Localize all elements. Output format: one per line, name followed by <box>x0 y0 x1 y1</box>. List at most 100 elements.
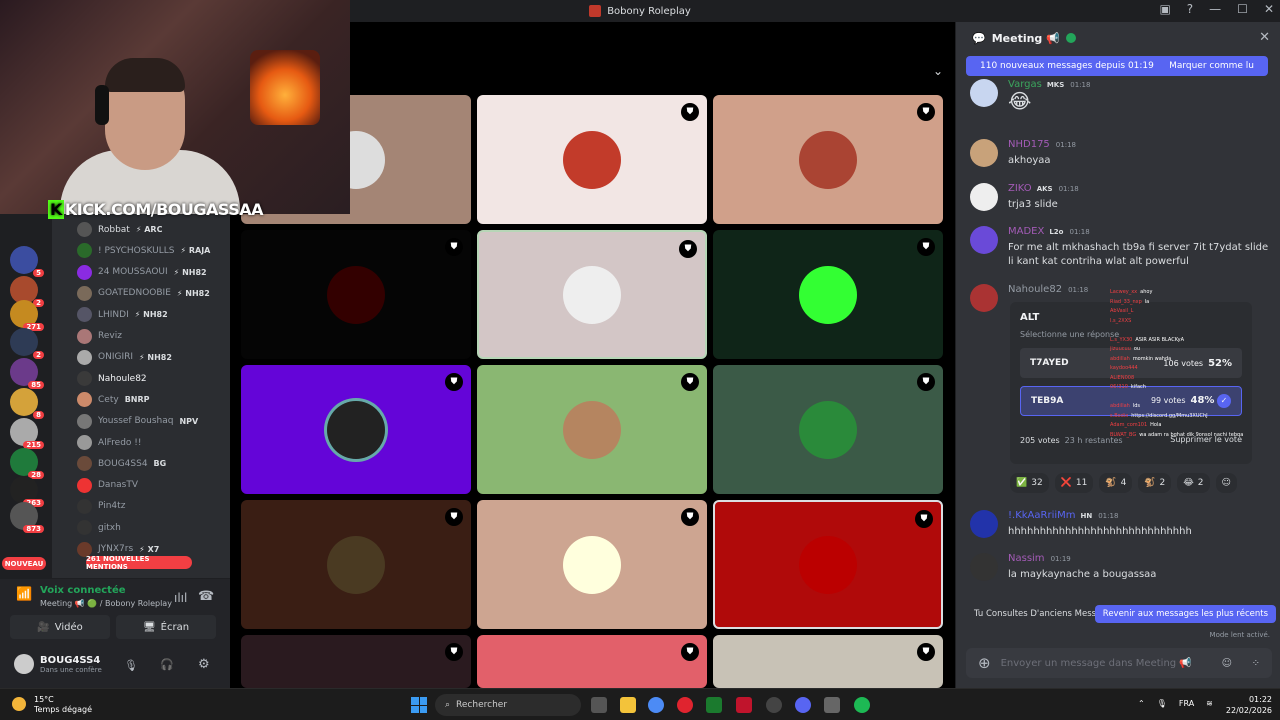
task-view-icon[interactable] <box>591 697 607 713</box>
voice-member[interactable]: Robbat ⚡ ARC <box>77 222 162 237</box>
chrome-icon[interactable] <box>648 697 664 713</box>
jump-to-recent-button[interactable]: Revenir aux messages les plus récents <box>1094 605 1276 623</box>
participant-tile[interactable]: ⛊ <box>477 95 707 224</box>
chevron-up-icon[interactable]: ⌃ <box>1138 699 1145 708</box>
server-icon[interactable]: 215 <box>10 418 44 449</box>
participant-tile[interactable]: ⛊ <box>241 500 471 629</box>
server-icon[interactable]: 873 <box>10 502 44 533</box>
settings-gear-icon[interactable]: ⚙ <box>198 657 210 672</box>
voice-member[interactable]: Pin4tz <box>77 498 125 514</box>
voice-member[interactable]: Cety BNRP <box>77 392 150 408</box>
avatar[interactable] <box>970 183 998 211</box>
participant-tile[interactable]: ⛊ <box>477 500 707 629</box>
close-icon[interactable]: ✕ <box>1259 30 1270 45</box>
participant-tile[interactable]: ⛊ <box>477 635 707 688</box>
discord-icon[interactable] <box>795 697 811 713</box>
avatar[interactable] <box>970 553 998 581</box>
close-button[interactable]: ✕ <box>1264 2 1274 16</box>
voice-member[interactable]: 24 MOUSSAOUI ⚡ NH82 <box>77 264 207 280</box>
emoji-icon[interactable]: ☺ <box>1222 658 1232 669</box>
store-icon[interactable] <box>824 697 840 713</box>
inbox-icon[interactable]: ▣ <box>1159 2 1170 16</box>
new-badge[interactable]: NOUVEAU <box>2 557 46 570</box>
file-explorer-icon[interactable] <box>620 697 636 713</box>
reaction[interactable]: ❌ 11 <box>1054 473 1094 493</box>
server-icon[interactable]: 8 <box>10 388 44 419</box>
participant-tile[interactable]: ⛊ <box>713 365 943 494</box>
voice-member[interactable]: Nahoule82 <box>77 371 147 387</box>
participant-tile[interactable]: ⛊ <box>241 635 471 688</box>
voice-member[interactable]: ONIGIRI ⚡ NH82 <box>77 349 172 365</box>
participant-tile[interactable]: ⛊ <box>241 230 471 359</box>
participant-tile[interactable]: ⛊ <box>713 500 943 629</box>
server-icon[interactable]: 5 <box>10 246 44 277</box>
server-icon[interactable]: 271 <box>10 300 44 331</box>
opera-icon[interactable] <box>677 697 693 713</box>
message-author[interactable]: !.KkAaRriiMm <box>1008 510 1076 521</box>
screen-share-button[interactable]: 🖥 Écran <box>116 615 216 639</box>
voice-member[interactable]: ! PSYCHOSKULLS ⚡ RAJA <box>77 243 210 259</box>
voice-member[interactable]: GOATEDNOOBIE ⚡ NH82 <box>77 285 210 301</box>
server-icon[interactable]: 2 <box>10 328 44 359</box>
clock[interactable]: 01:22 22/02/2026 <box>1226 694 1272 716</box>
help-icon[interactable]: ? <box>1187 2 1193 16</box>
participant-tile[interactable]: ⛊ <box>477 230 707 359</box>
weather-widget[interactable]: 15°C Temps dégagé <box>12 695 92 715</box>
server-icon[interactable]: 28 <box>10 448 44 479</box>
server-icon[interactable]: 85 <box>10 358 44 389</box>
voice-member[interactable]: DanasTV <box>77 477 138 493</box>
participant-tile[interactable]: ⛊ <box>713 230 943 359</box>
avatar[interactable] <box>970 510 998 538</box>
voice-channel-path[interactable]: Meeting 📢 🟢 / Bobony Roleplay <box>40 599 172 608</box>
wifi-icon[interactable]: ≋ <box>1206 699 1213 708</box>
message-author[interactable]: NHD175 <box>1008 139 1050 150</box>
voice-member[interactable]: Reviz <box>77 328 122 344</box>
message-author[interactable]: ZIKO <box>1008 183 1032 194</box>
disconnect-icon[interactable]: ☎ <box>198 589 214 604</box>
mic-icon[interactable]: 🎙 <box>124 659 138 672</box>
start-button[interactable] <box>411 697 427 713</box>
voice-member[interactable]: AlFredo !! <box>77 435 142 450</box>
maximize-button[interactable]: ☐ <box>1237 2 1248 16</box>
spotify-icon[interactable] <box>854 697 870 713</box>
chevron-down-icon[interactable]: ⌄ <box>933 64 943 78</box>
avatar[interactable] <box>970 284 998 312</box>
avatar[interactable] <box>970 139 998 167</box>
mark-read-button[interactable]: Marquer comme lu <box>1169 61 1254 71</box>
new-mentions-pill[interactable]: 261 NOUVELLES MENTIONS <box>86 555 192 571</box>
plus-icon[interactable]: ⊕ <box>978 654 991 672</box>
terminal-icon[interactable] <box>706 697 722 713</box>
message-author[interactable]: Nassim <box>1008 553 1045 564</box>
adobe-icon[interactable] <box>736 697 752 713</box>
voice-member[interactable]: BOUG4SS4 BG <box>77 456 166 472</box>
participant-tile[interactable]: ⛊ <box>713 635 943 688</box>
language[interactable]: FRA <box>1179 699 1194 708</box>
reaction[interactable]: 🐒 2 <box>1138 473 1172 493</box>
taskbar-search[interactable]: ⌕ Rechercher <box>435 694 581 716</box>
participant-tile[interactable]: ⛊ <box>477 365 707 494</box>
avatar[interactable] <box>970 226 998 254</box>
obs-icon[interactable] <box>766 697 782 713</box>
message-author[interactable]: MADEX <box>1008 226 1044 237</box>
reaction[interactable]: 😂 2 <box>1177 473 1210 493</box>
user-panel[interactable]: BOUG4SS4 Dans une confère <box>14 654 102 674</box>
tray-mic-icon[interactable]: 🎙 <box>1157 699 1167 708</box>
message-input[interactable]: ⊕ Envoyer un message dans Meeting 📢 ☺ ⁘ <box>966 648 1272 678</box>
avatar[interactable] <box>970 79 998 107</box>
participant-tile[interactable]: ⛊ <box>241 365 471 494</box>
voice-member[interactable]: gitxh <box>77 520 121 536</box>
minimize-button[interactable]: — <box>1209 2 1221 16</box>
voice-member[interactable]: Youssef Boushaq NPV <box>77 413 198 429</box>
apps-icon[interactable]: ⁘ <box>1252 658 1260 669</box>
reaction[interactable]: ✅ 32 <box>1010 473 1049 493</box>
server-icon[interactable]: 263 <box>10 476 44 507</box>
reaction[interactable]: 🐒 4 <box>1099 473 1133 493</box>
participant-tile[interactable]: ⛊ <box>713 95 943 224</box>
voice-member[interactable]: LHINDI ⚡ NH82 <box>77 307 168 323</box>
message-author[interactable]: Nahoule82 <box>1008 284 1062 295</box>
add-reaction-icon[interactable]: ☺ <box>1215 473 1237 493</box>
soundboard-icon[interactable]: ılıl <box>174 591 187 605</box>
new-messages-bar[interactable]: 110 nouveaux messages depuis 01:19 Marqu… <box>966 56 1268 76</box>
headphones-icon[interactable]: 🎧 <box>160 658 174 671</box>
video-button[interactable]: 🎥 Vidéo <box>10 615 110 639</box>
